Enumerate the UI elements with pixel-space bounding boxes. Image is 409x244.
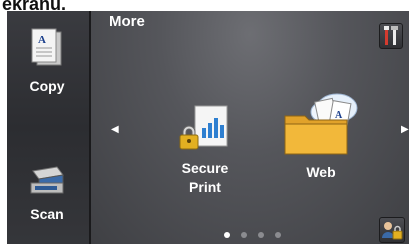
svg-text:A: A (38, 34, 46, 46)
copy-button[interactable]: A Copy (20, 27, 74, 94)
web-folder-cloud-icon: A (281, 93, 361, 162)
scan-label: Scan (30, 206, 64, 222)
page-right-arrow[interactable]: ▶ (401, 124, 409, 135)
copy-document-icon: A (29, 28, 65, 75)
page-dot-3 (258, 232, 264, 238)
copy-label: Copy (29, 78, 65, 94)
secure-print-label-line2: Print (189, 179, 221, 195)
user-lock-icon (380, 222, 404, 244)
scanner-icon (27, 166, 67, 203)
page-dot-1 (224, 232, 230, 238)
page-indicator (224, 232, 281, 238)
user-lock-button[interactable] (379, 217, 405, 243)
settings-tools-icon (380, 26, 402, 52)
scan-button[interactable]: Scan (20, 165, 74, 222)
web-label: Web (306, 164, 336, 180)
secure-print-label-line1: Secure (181, 160, 229, 176)
secure-print-icon (177, 105, 233, 158)
page-dot-4 (275, 232, 281, 238)
svg-text:A: A (335, 110, 343, 121)
page-caption: ekranu. (2, 0, 67, 11)
settings-button[interactable] (379, 23, 403, 49)
page-left-arrow[interactable]: ◀ (111, 124, 119, 135)
panel-title: More (109, 13, 145, 30)
page-dot-2 (241, 232, 247, 238)
web-button[interactable]: A Web (278, 86, 364, 182)
secure-print-button[interactable]: Secure Print (170, 104, 240, 197)
